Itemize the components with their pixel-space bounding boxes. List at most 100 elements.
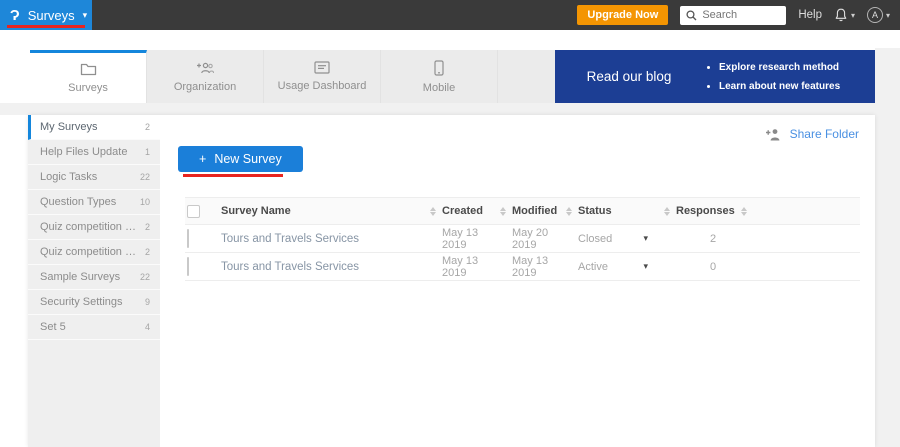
blog-bullet: Explore research method [719, 58, 840, 77]
folder-icon [80, 62, 97, 76]
table-row: Tours and Travels Services May 13 2019 M… [185, 253, 860, 281]
status-cell: Closed ▾ [562, 233, 660, 245]
tab-label: Usage Dashboard [278, 80, 367, 92]
column-header-modified[interactable]: Modified [496, 205, 562, 217]
blog-banner[interactable]: Read our blog Explore research method Le… [555, 50, 875, 103]
folder-count-badge: 4 [139, 322, 150, 332]
responses-count: 2 [660, 233, 756, 245]
share-folder-label: Share Folder [790, 127, 859, 141]
status-dropdown-caret[interactable]: ▾ [643, 233, 648, 244]
tab-usage-dashboard[interactable]: Usage Dashboard [264, 50, 381, 103]
folders-sidebar: My Surveys 2 Help Files Update 1 Logic T… [28, 115, 160, 447]
page-background-strip [875, 48, 900, 447]
sidebar-folder-item[interactable]: Help Files Update 1 [28, 140, 160, 165]
search-icon [686, 10, 697, 21]
sidebar-folder-item[interactable]: Set 5 4 [28, 315, 160, 340]
dashboard-icon [314, 61, 330, 74]
folder-count-badge: 9 [139, 297, 150, 307]
column-label: Created [442, 205, 483, 217]
chevron-down-icon: ▾ [851, 11, 855, 20]
row-checkbox[interactable] [187, 257, 189, 276]
search-box[interactable] [680, 6, 786, 25]
column-header-survey-name[interactable]: Survey Name [221, 205, 426, 217]
primary-nav: Surveys Organization Usage Dashboard Mob… [30, 50, 875, 103]
survey-name-link[interactable]: Tours and Travels Services [221, 261, 426, 273]
folder-count-badge: 2 [139, 247, 150, 257]
annotation-underline-new-survey [183, 174, 283, 177]
search-input[interactable] [702, 9, 780, 21]
table-row: Tours and Travels Services May 13 2019 M… [185, 225, 860, 253]
tab-strip-filler [498, 50, 555, 103]
share-folder-link[interactable]: Share Folder [765, 127, 859, 141]
modified-date: May 13 2019 [496, 255, 562, 279]
table-body: Tours and Travels Services May 13 2019 M… [185, 225, 860, 281]
column-header-created[interactable]: Created [426, 205, 496, 217]
brand-logo-icon: Ɂ [10, 8, 20, 23]
sort-icon[interactable] [566, 207, 572, 216]
product-menu[interactable]: Ɂ Surveys ▾ [0, 0, 92, 30]
tab-label: Surveys [68, 82, 108, 94]
tab-organization[interactable]: Organization [147, 50, 264, 103]
sort-icon[interactable] [664, 207, 670, 216]
sidebar-folder-item[interactable]: Logic Tasks 22 [28, 165, 160, 190]
help-link[interactable]: Help [798, 9, 822, 21]
sidebar-folder-item[interactable]: Question Types 10 [28, 190, 160, 215]
tab-surveys[interactable]: Surveys [30, 50, 147, 103]
status-cell: Active ▾ [562, 261, 660, 273]
status-dropdown-caret[interactable]: ▾ [643, 261, 648, 272]
content-card: My Surveys 2 Help Files Update 1 Logic T… [28, 115, 875, 447]
chevron-down-icon: ▾ [83, 10, 88, 21]
blog-banner-title: Read our blog [555, 69, 703, 84]
folder-label: Logic Tasks [40, 171, 97, 183]
row-select-cell [185, 258, 221, 276]
status-value: Closed [578, 233, 612, 245]
topbar-actions: Upgrade Now Help ▾ A ▾ [577, 5, 900, 25]
tab-mobile[interactable]: Mobile [381, 50, 498, 103]
select-all-checkbox[interactable] [187, 205, 200, 218]
annotation-underline-product [7, 25, 85, 28]
survey-name-link[interactable]: Tours and Travels Services [221, 233, 426, 245]
column-label: Survey Name [221, 205, 291, 217]
add-person-icon [765, 128, 781, 141]
folder-label: Quiz competition - ... [40, 246, 139, 258]
sort-icon[interactable] [741, 207, 747, 216]
mobile-phone-icon [434, 60, 444, 76]
sidebar-folder-item[interactable]: Security Settings 9 [28, 290, 160, 315]
row-checkbox[interactable] [187, 229, 189, 248]
folder-count-badge: 2 [139, 222, 150, 232]
top-bar: Ɂ Surveys ▾ Upgrade Now Help ▾ A ▾ [0, 0, 900, 30]
sidebar-folder-item[interactable]: Quiz competition - ... 2 [28, 240, 160, 265]
chevron-down-icon: ▾ [886, 11, 890, 20]
sidebar-folder-item[interactable]: Sample Surveys 22 [28, 265, 160, 290]
add-people-icon [196, 61, 214, 75]
column-label: Responses [676, 205, 735, 217]
new-survey-button[interactable]: + New Survey [178, 146, 303, 172]
column-header-responses[interactable]: Responses [660, 205, 756, 217]
modified-date: May 20 2019 [496, 227, 562, 251]
folder-label: Sample Surveys [40, 271, 120, 283]
folder-count-badge: 22 [134, 272, 150, 282]
sort-icon[interactable] [500, 207, 506, 216]
folder-count-badge: 1 [139, 147, 150, 157]
sidebar-folder-item[interactable]: Quiz competition - ... 2 [28, 215, 160, 240]
row-select-cell [185, 230, 221, 248]
account-menu[interactable]: A ▾ [867, 7, 890, 23]
responses-count: 0 [660, 261, 756, 273]
folder-label: Quiz competition - ... [40, 221, 139, 233]
folder-count-badge: 10 [134, 197, 150, 207]
created-date: May 13 2019 [426, 255, 496, 279]
sort-icon[interactable] [430, 207, 436, 216]
main-panel: Share Folder + New Survey Survey Name Cr… [160, 115, 875, 447]
folder-label: Question Types [40, 196, 116, 208]
column-header-status[interactable]: Status [562, 205, 660, 217]
blog-banner-bullets: Explore research method Learn about new … [703, 58, 840, 96]
folder-count-badge: 2 [139, 122, 150, 132]
column-label: Status [578, 205, 612, 217]
folder-label: Help Files Update [40, 146, 127, 158]
select-all-cell [185, 205, 221, 218]
product-menu-label: Surveys [28, 8, 75, 23]
upgrade-now-button[interactable]: Upgrade Now [577, 5, 668, 25]
sidebar-folder-item[interactable]: My Surveys 2 [28, 115, 160, 140]
notifications-menu[interactable]: ▾ [834, 8, 855, 22]
status-value: Active [578, 261, 608, 273]
